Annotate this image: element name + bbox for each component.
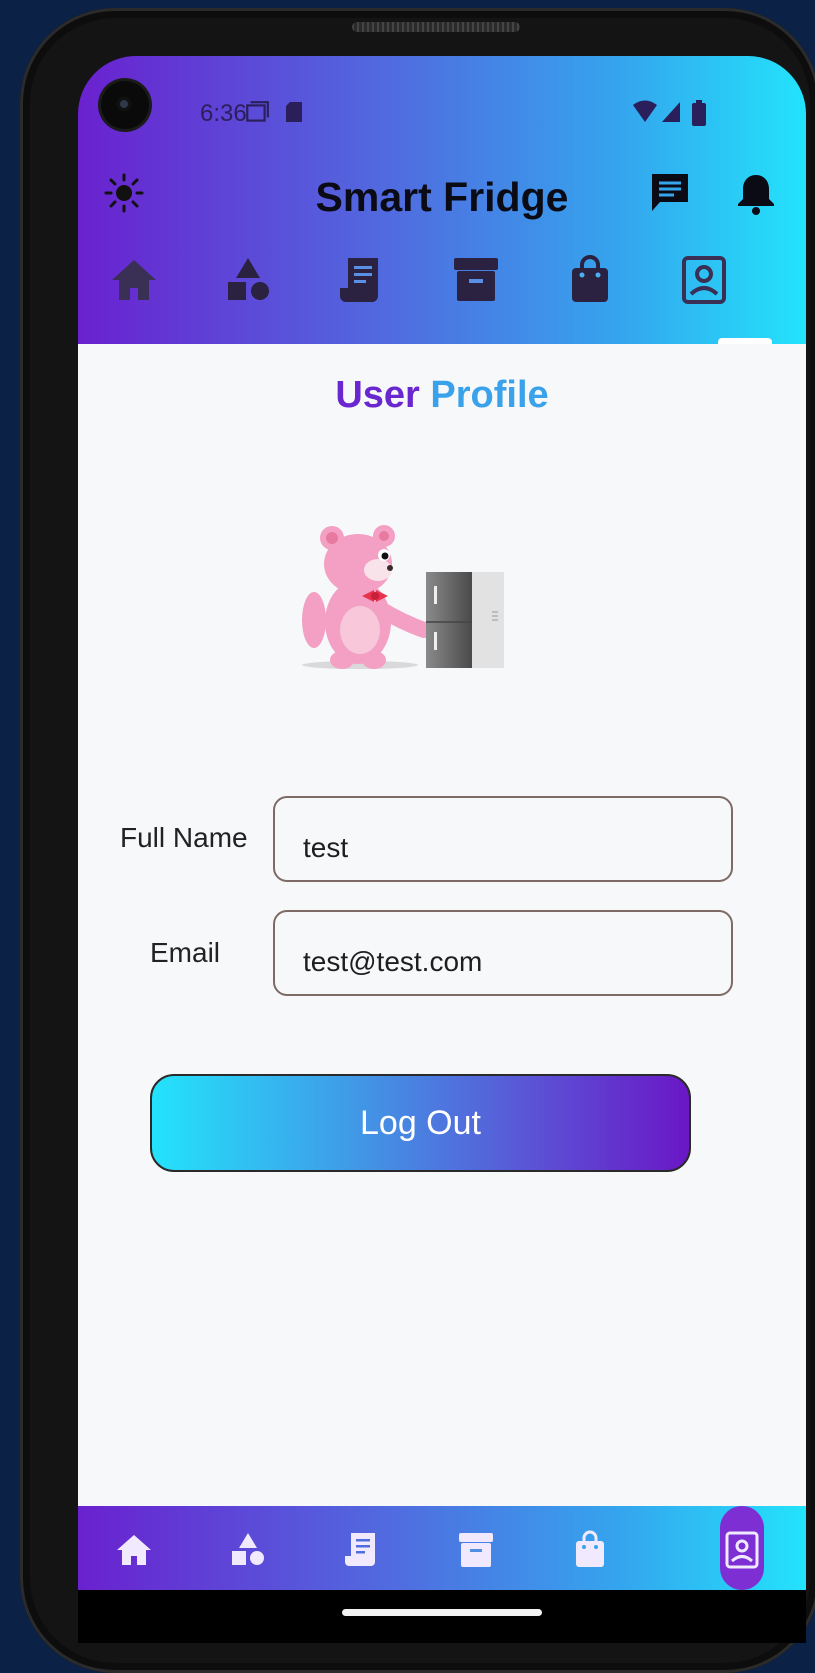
app-header: 6:36 Smart Fridge <box>78 56 806 344</box>
email-label: Email <box>150 937 221 968</box>
chat-icon[interactable] <box>646 169 694 217</box>
bottom-navigation <box>78 1506 806 1590</box>
front-camera <box>101 81 149 129</box>
tab-home[interactable] <box>108 254 160 306</box>
bottom-nav-receipts[interactable] <box>342 1530 382 1570</box>
phone-speaker <box>352 22 520 32</box>
tab-shopping[interactable] <box>564 254 616 306</box>
tab-profile[interactable] <box>678 254 730 306</box>
status-time: 6:36 <box>200 100 247 127</box>
system-navigation-bar <box>78 1590 806 1643</box>
screen: 6:36 Smart Fridge User Profile Full Name… <box>78 56 806 1643</box>
bear-fridge-illustration <box>300 522 510 672</box>
full-name-value: test <box>303 832 349 863</box>
home-gesture-indicator[interactable] <box>342 1609 542 1616</box>
phone-frame: 6:36 Smart Fridge User Profile Full Name… <box>20 8 815 1673</box>
screen-recording-icon <box>244 100 270 126</box>
notifications-bell-icon[interactable] <box>732 169 780 217</box>
bottom-nav-home[interactable] <box>114 1530 154 1570</box>
bottom-nav-shopping[interactable] <box>570 1530 610 1570</box>
tab-receipts[interactable] <box>336 254 388 306</box>
home-icon <box>112 260 156 300</box>
full-name-field[interactable]: test <box>273 796 733 882</box>
page-title-part2: Profile <box>430 374 549 416</box>
profile-content: User Profile Full Name test Email test@t… <box>78 344 806 1506</box>
home-icon <box>117 1535 151 1565</box>
app-title: Smart Fridge <box>315 174 569 220</box>
battery-icon <box>692 100 706 126</box>
full-name-label: Full Name <box>120 822 248 853</box>
bottom-nav-storage[interactable] <box>456 1530 496 1570</box>
cell-signal-icon <box>660 100 682 124</box>
sd-card-icon <box>284 100 304 124</box>
page-title-part1: User <box>335 374 420 416</box>
page-title: User Profile <box>78 374 806 417</box>
tab-storage[interactable] <box>450 254 502 306</box>
logout-button[interactable]: Log Out <box>150 1074 691 1172</box>
wifi-icon <box>632 100 658 124</box>
bottom-nav-categories[interactable] <box>228 1530 268 1570</box>
email-field[interactable]: test@test.com <box>273 910 733 996</box>
bottom-nav-profile[interactable] <box>722 1530 762 1570</box>
tab-categories[interactable] <box>222 254 274 306</box>
email-value: test@test.com <box>303 946 483 977</box>
